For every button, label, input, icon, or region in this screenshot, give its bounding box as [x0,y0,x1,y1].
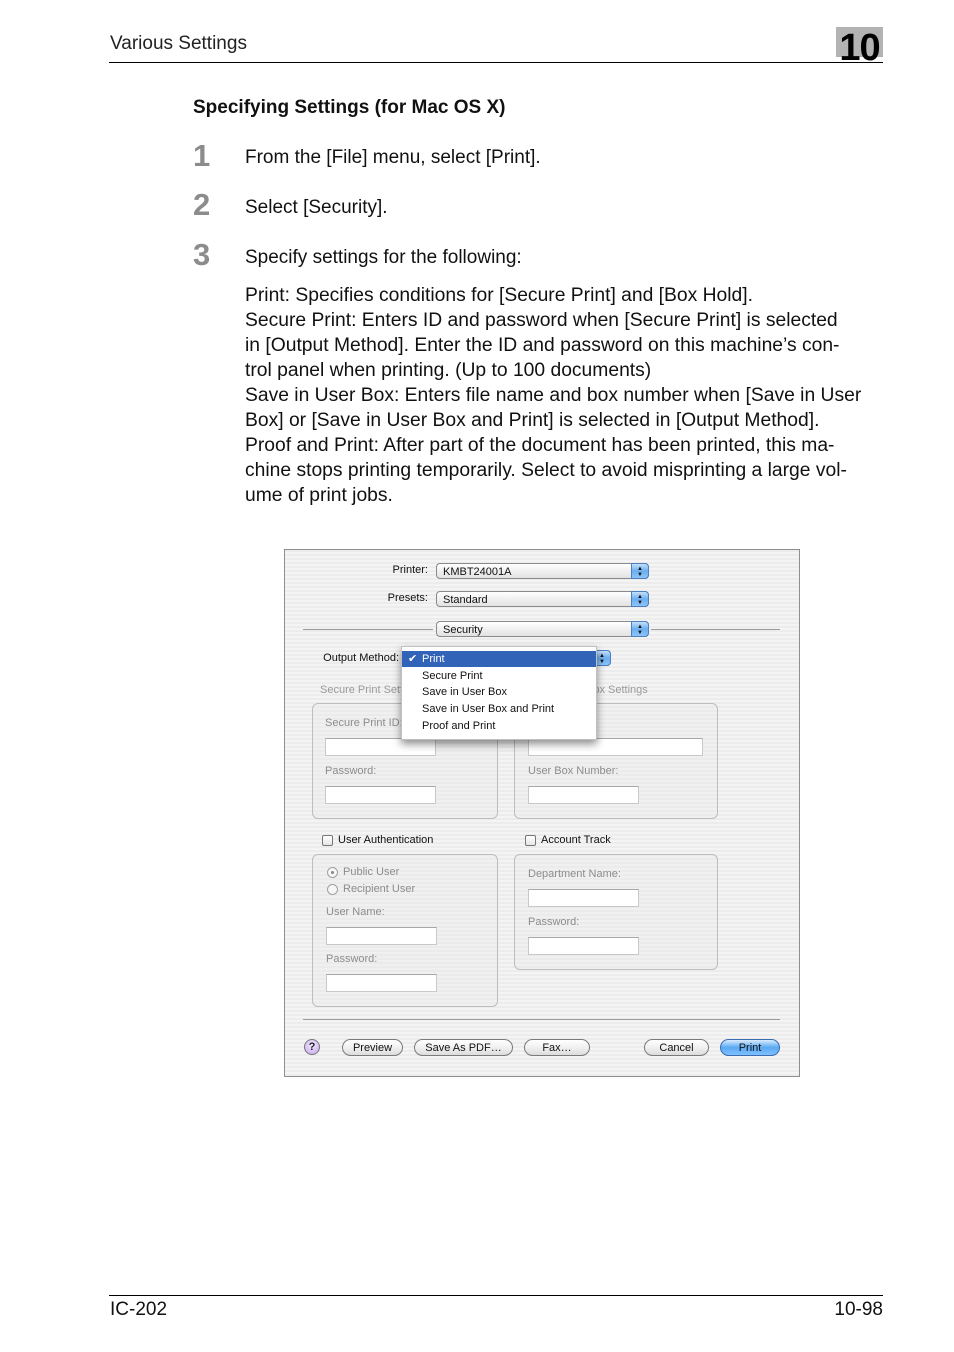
step-number-2: 2 [193,187,211,222]
menu-item-proof-and-print[interactable]: Proof and Print [402,718,596,734]
step-text-1: From the [File] menu, select [Print]. [245,147,541,168]
menu-item-save-in-user-box[interactable]: Save in User Box [402,684,596,700]
panel-popup[interactable]: Security ▲ ▼ [436,621,649,637]
presets-popup[interactable]: Standard ▲ ▼ [436,591,649,607]
menu-item-print[interactable]: ✔ Print [402,651,596,667]
recipient-user-label: Recipient User [343,883,416,895]
chapter-number: 10 [839,27,880,69]
menu-item-label: Print [422,653,445,665]
popup-arrows-icon: ▲ ▼ [631,563,649,579]
description-line: trol panel when printing. (Up to 100 doc… [245,360,652,381]
fax-button[interactable]: Fax… [524,1039,590,1056]
recipient-user-radio[interactable] [327,884,338,895]
presets-label: Presets: [387,592,428,604]
separator-right [651,629,780,630]
step-number-3: 3 [193,237,211,272]
menu-item-secure-print[interactable]: Secure Print [402,668,596,684]
step-text-3: Specify settings for the following: [245,247,522,268]
public-user-label: Public User [343,866,400,878]
account-track-label: Account Track [541,834,611,846]
user-auth-password-label: Password: [326,953,378,965]
printer-value: KMBT24001A [443,566,512,578]
cancel-button[interactable]: Cancel [644,1039,709,1056]
public-user-radio[interactable] [327,867,338,878]
description-line: Save in User Box: Enters file name and b… [245,385,862,406]
settings-description: Print: Specifies conditions for [Secure … [245,283,885,508]
file-name-field[interactable] [528,738,703,756]
checkmark-icon: ✔ [408,653,418,665]
printer-label: Printer: [392,564,428,576]
help-icon[interactable]: ? [304,1039,320,1055]
popup-arrows-icon: ▲ ▼ [631,621,649,637]
description-line: in [Output Method]. Enter the ID and pas… [245,335,840,356]
user-box-number-label: User Box Number: [528,765,619,777]
description-line: Print: Specifies conditions for [Secure … [245,285,753,306]
output-method-label: Output Method: [323,652,399,664]
account-password-label: Password: [528,916,580,928]
printer-popup[interactable]: KMBT24001A ▲ ▼ [436,563,649,579]
footer-rule [109,1295,883,1296]
footer-model: IC-202 [110,1299,168,1320]
account-track-checkbox[interactable] [525,835,536,846]
description-line: chine stops printing temporarily. Select… [245,460,847,481]
secure-print-password-label: Password: [325,765,377,777]
separator-left [303,629,433,630]
secure-print-id-field[interactable] [325,738,436,756]
step-text-2: Select [Security]. [245,197,388,218]
description-line: Box] or [Save in User Box and Print] is … [245,410,820,431]
secure-print-id-label: Secure Print ID: [325,717,403,729]
user-authentication-label: User Authentication [338,834,434,846]
step-number-1: 1 [193,138,211,173]
department-name-field[interactable] [528,889,639,907]
user-auth-password-field[interactable] [326,974,437,992]
save-as-pdf-button[interactable]: Save As PDF… [414,1039,513,1056]
preview-button[interactable]: Preview [342,1039,403,1056]
print-button[interactable]: Print [720,1039,780,1056]
panel-value: Security [443,624,483,636]
user-authentication-checkbox[interactable] [322,835,333,846]
section-title: Specifying Settings (for Mac OS X) [193,97,506,118]
department-name-label: Department Name: [528,868,621,880]
popup-arrows-icon: ▲ ▼ [631,591,649,607]
secure-print-password-field[interactable] [325,786,436,804]
menu-item-save-in-user-box-and-print[interactable]: Save in User Box and Print [402,701,596,717]
presets-value: Standard [443,594,488,606]
output-method-menu: ✔ Print Secure Print Save in User Box Sa… [401,646,597,740]
user-name-field[interactable] [326,927,437,945]
description-line: Secure Print: Enters ID and password whe… [245,310,838,331]
footer-page-number: 10-98 [834,1299,883,1320]
user-box-number-field[interactable] [528,786,639,804]
header-rule [109,62,883,63]
description-line: ume of print jobs. [245,485,393,506]
description-line: Proof and Print: After part of the docum… [245,435,835,456]
user-name-label: User Name: [326,906,385,918]
running-header-title: Various Settings [110,33,247,54]
account-password-field[interactable] [528,937,639,955]
bottom-separator [303,1019,780,1020]
